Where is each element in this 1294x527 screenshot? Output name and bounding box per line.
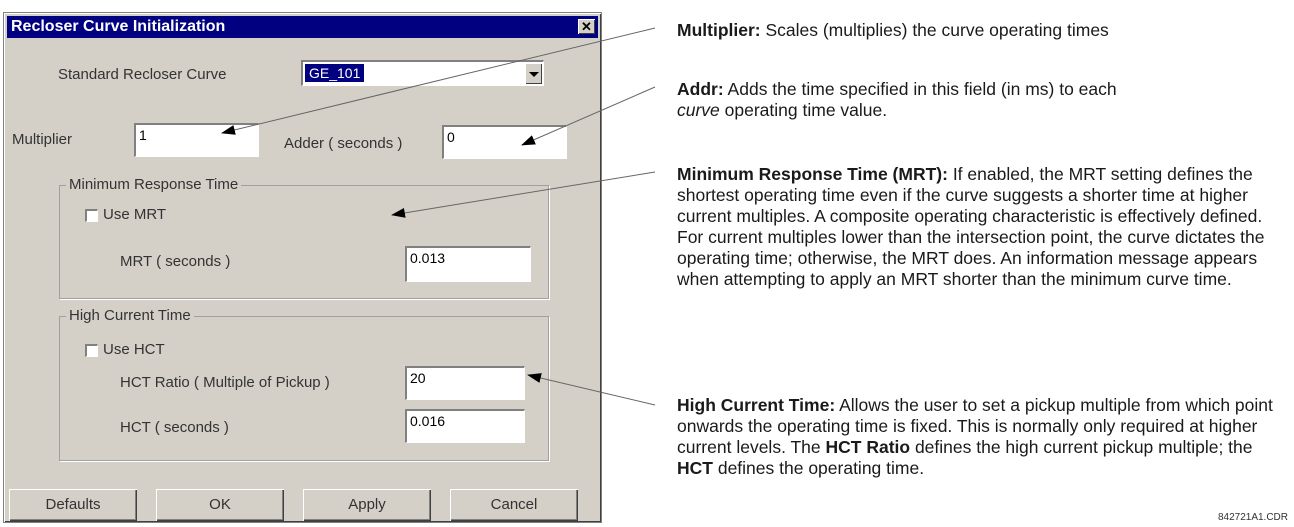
use-mrt-checkbox[interactable] xyxy=(85,209,98,222)
mrt-annotation: Minimum Response Time (MRT): If enabled,… xyxy=(677,164,1277,290)
mrt-term: Minimum Response Time (MRT): xyxy=(677,164,948,184)
hct-desc-3: defines the operating time. xyxy=(712,458,925,478)
hct-input[interactable]: 0.016 xyxy=(405,409,525,443)
cancel-button[interactable]: Cancel xyxy=(450,489,578,521)
hct-ratio-term: HCT Ratio xyxy=(825,437,911,457)
hct-group-title: High Current Time xyxy=(66,307,194,324)
multiplier-label: Multiplier xyxy=(12,131,73,148)
addr-annotation: Addr: Adds the time specified in this fi… xyxy=(677,79,1277,121)
hct-term-2: HCT xyxy=(677,458,713,478)
mrt-input[interactable]: 0.013 xyxy=(405,246,531,282)
standard-curve-label: Standard Recloser Curve xyxy=(58,66,227,83)
multiplier-annotation: Multiplier: Scales (multiplies) the curv… xyxy=(677,20,1277,41)
hct-term: High Current Time: xyxy=(677,395,836,415)
recloser-curve-dialog: Recloser Curve Initialization ✕ Standard… xyxy=(3,12,602,523)
standard-curve-value: GE_101 xyxy=(305,64,365,82)
hct-ratio-label: HCT Ratio ( Multiple of Pickup ) xyxy=(120,374,330,391)
mrt-group: Minimum Response Time Use MRT MRT ( seco… xyxy=(59,176,549,299)
multiplier-term: Multiplier: xyxy=(677,20,761,40)
adder-label: Adder ( seconds ) xyxy=(284,135,403,152)
defaults-button[interactable]: Defaults xyxy=(9,489,137,521)
mrt-group-title: Minimum Response Time xyxy=(66,176,242,193)
use-mrt-label: Use MRT xyxy=(103,206,167,223)
adder-input[interactable]: 0 xyxy=(442,125,567,159)
multiplier-input[interactable]: 1 xyxy=(134,123,259,157)
hct-label: HCT ( seconds ) xyxy=(120,419,229,436)
close-icon[interactable]: ✕ xyxy=(578,19,595,34)
use-hct-checkbox[interactable] xyxy=(85,344,98,357)
hct-desc-2: defines the high current pickup multiple… xyxy=(910,437,1253,457)
hct-ratio-input[interactable]: 20 xyxy=(405,366,525,400)
use-hct-label: Use HCT xyxy=(103,341,165,358)
addr-desc-italic: curve xyxy=(677,100,720,120)
apply-button[interactable]: Apply xyxy=(303,489,431,521)
dialog-title: Recloser Curve Initialization xyxy=(11,18,226,35)
standard-curve-dropdown[interactable]: GE_101 xyxy=(301,60,544,86)
multiplier-desc: Scales (multiplies) the curve operating … xyxy=(760,20,1109,40)
hct-annotation: High Current Time: Allows the user to se… xyxy=(677,395,1277,479)
addr-desc-1: Adds the time specified in this field (i… xyxy=(723,79,1117,99)
dialog-titlebar: Recloser Curve Initialization ✕ xyxy=(7,16,598,38)
addr-desc-2: operating time value. xyxy=(719,100,888,120)
hct-group: High Current Time Use HCT HCT Ratio ( Mu… xyxy=(59,307,549,461)
addr-term: Addr: xyxy=(677,79,724,99)
ok-button[interactable]: OK xyxy=(156,489,284,521)
figure-code: 842721A1.CDR xyxy=(1217,512,1288,523)
mrt-label: MRT ( seconds ) xyxy=(120,253,231,270)
chevron-down-icon[interactable] xyxy=(525,63,542,84)
